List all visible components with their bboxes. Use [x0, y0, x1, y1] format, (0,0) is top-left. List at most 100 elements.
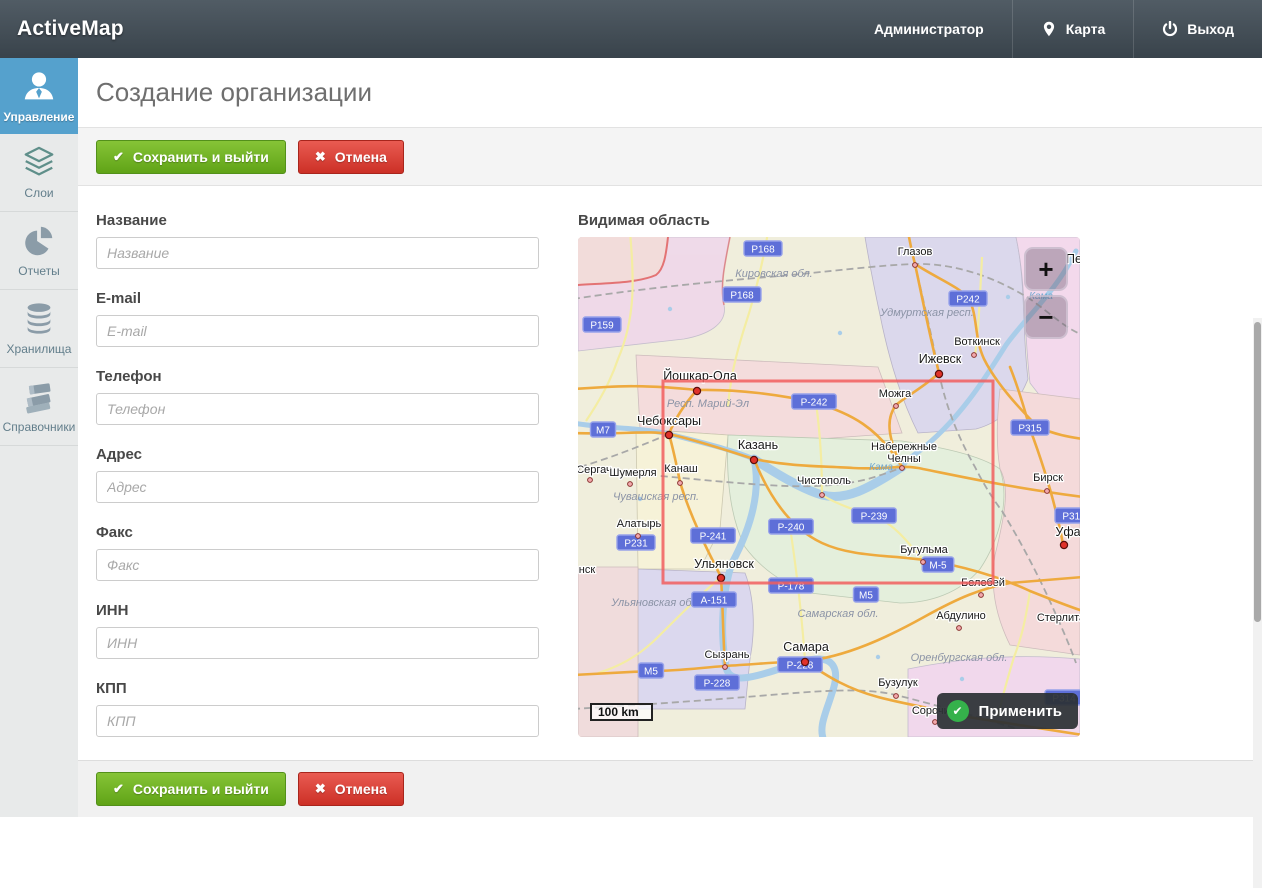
- svg-text:Р-228: Р-228: [787, 661, 814, 672]
- sidebar-item-label: Хранилища: [7, 342, 72, 356]
- svg-text:М-5: М-5: [929, 561, 947, 572]
- zoom-out-button[interactable]: −: [1024, 295, 1068, 339]
- field-label: ИНН: [96, 602, 539, 619]
- cancel-button-bottom[interactable]: ✖ Отмена: [298, 772, 404, 806]
- logout-button[interactable]: Выход: [1133, 0, 1262, 58]
- app-logo: ActiveMap: [0, 17, 846, 41]
- city-dot: [979, 593, 984, 598]
- fax-input[interactable]: [96, 549, 539, 581]
- city-label: Сызрань: [705, 649, 750, 661]
- city-dot: [665, 431, 672, 438]
- field-label: Название: [96, 212, 539, 229]
- city-dot: [972, 353, 977, 358]
- city-dot: [693, 387, 700, 394]
- sidebar-item-storages[interactable]: Хранилища: [0, 290, 78, 368]
- sidebar-item-label: Слои: [24, 186, 53, 200]
- layers-icon: [20, 145, 58, 181]
- phone-input[interactable]: [96, 393, 539, 425]
- inn-input[interactable]: [96, 627, 539, 659]
- city-label: Ульяновск: [694, 557, 754, 571]
- road-badge: P168: [744, 241, 782, 256]
- save-and-exit-button-bottom[interactable]: ✔ Сохранить и выйти: [96, 772, 286, 806]
- svg-text:P168: P168: [751, 245, 775, 256]
- title-bar: Создание организации: [78, 58, 1262, 128]
- zoom-in-button[interactable]: +: [1024, 247, 1068, 291]
- map-viewport[interactable]: Кировская обл.Удмуртская респ.Респ. Мари…: [578, 237, 1080, 737]
- name-input[interactable]: [96, 237, 539, 269]
- cancel-button[interactable]: ✖ Отмена: [298, 140, 404, 174]
- sidebar-item-label: Справочники: [3, 420, 76, 434]
- svg-text:P168: P168: [730, 291, 754, 302]
- field-email: E-mail: [96, 290, 539, 347]
- field-phone: Телефон: [96, 368, 539, 425]
- map-link[interactable]: Карта: [1012, 0, 1134, 58]
- city-dot: [900, 466, 905, 471]
- city-label: Чистополь: [797, 475, 851, 487]
- check-icon: ✔: [113, 781, 124, 797]
- region-label: Самарская обл.: [797, 608, 878, 620]
- city-dot: [628, 482, 633, 487]
- sidebar-item-label: Отчеты: [18, 264, 59, 278]
- road-badge: Р315: [1055, 508, 1080, 523]
- apply-button-label: Применить: [979, 703, 1062, 720]
- city-dot: [717, 574, 724, 581]
- email-input[interactable]: [96, 315, 539, 347]
- form-column: Название E-mail Телефон Адрес Факс ИНН: [96, 212, 539, 760]
- road-badge: Р-228: [778, 657, 823, 672]
- sidebar-item-layers[interactable]: Слои: [0, 134, 78, 212]
- field-name: Название: [96, 212, 539, 269]
- sidebar-item-management[interactable]: Управление: [0, 58, 78, 134]
- city-dot: [636, 534, 641, 539]
- books-icon: [20, 379, 58, 415]
- road-badge: P168: [723, 287, 761, 302]
- check-icon: ✔: [113, 149, 124, 165]
- city-label: Казань: [738, 438, 778, 452]
- apply-button[interactable]: ✔ Применить: [937, 693, 1078, 729]
- database-icon: [20, 301, 58, 337]
- city-label: Бирск: [1033, 472, 1063, 484]
- sidebar-item-directories[interactable]: Справочники: [0, 368, 78, 446]
- user-icon: [20, 69, 58, 105]
- user-menu[interactable]: Администратор: [846, 0, 1012, 58]
- road-badge: Р-228: [695, 675, 740, 690]
- svg-text:М5: М5: [644, 667, 658, 678]
- city-dot: [913, 263, 918, 268]
- road-badge: Р-178: [769, 578, 814, 593]
- field-label: Адрес: [96, 446, 539, 463]
- svg-text:Р-239: Р-239: [861, 512, 888, 523]
- user-name-label: Администратор: [874, 21, 984, 37]
- cancel-button-label: Отмена: [335, 149, 387, 165]
- city-label: Чебоксары: [637, 414, 701, 428]
- road-badge: Р-241: [691, 528, 736, 543]
- field-fax: Факс: [96, 524, 539, 581]
- visible-area-label: Видимая область: [578, 212, 1080, 229]
- svg-text:Р315: Р315: [1018, 424, 1042, 435]
- check-icon: ✔: [947, 700, 969, 722]
- city-dot: [1045, 489, 1050, 494]
- svg-text:Р-242: Р-242: [801, 398, 828, 409]
- city-label: Сергач: [578, 464, 612, 476]
- location-pin-icon: [1041, 21, 1057, 37]
- kpp-input[interactable]: [96, 705, 539, 737]
- svg-text:Р-241: Р-241: [700, 532, 727, 543]
- city-dot: [894, 694, 899, 699]
- cross-icon: ✖: [315, 149, 326, 165]
- city-label: Шумерля: [609, 467, 656, 479]
- city-label: Пе: [1066, 252, 1080, 266]
- city-label: Канаш: [664, 463, 698, 475]
- field-label: Телефон: [96, 368, 539, 385]
- svg-text:Р231: Р231: [624, 539, 648, 550]
- sidebar-item-reports[interactable]: Отчеты: [0, 212, 78, 290]
- city-dot: [1060, 541, 1067, 548]
- address-input[interactable]: [96, 471, 539, 503]
- sidebar: Управление Слои Отчеты: [0, 58, 78, 817]
- scrollbar[interactable]: [1253, 318, 1262, 888]
- road-badge: М7: [591, 422, 616, 437]
- save-and-exit-button[interactable]: ✔ Сохранить и выйти: [96, 140, 286, 174]
- city-dot: [750, 456, 757, 463]
- city-dot: [894, 404, 899, 409]
- svg-text:Р-228: Р-228: [704, 679, 731, 690]
- city-dot: [678, 481, 683, 486]
- scrollbar-thumb[interactable]: [1254, 322, 1261, 622]
- save-button-label: Сохранить и выйти: [133, 781, 269, 797]
